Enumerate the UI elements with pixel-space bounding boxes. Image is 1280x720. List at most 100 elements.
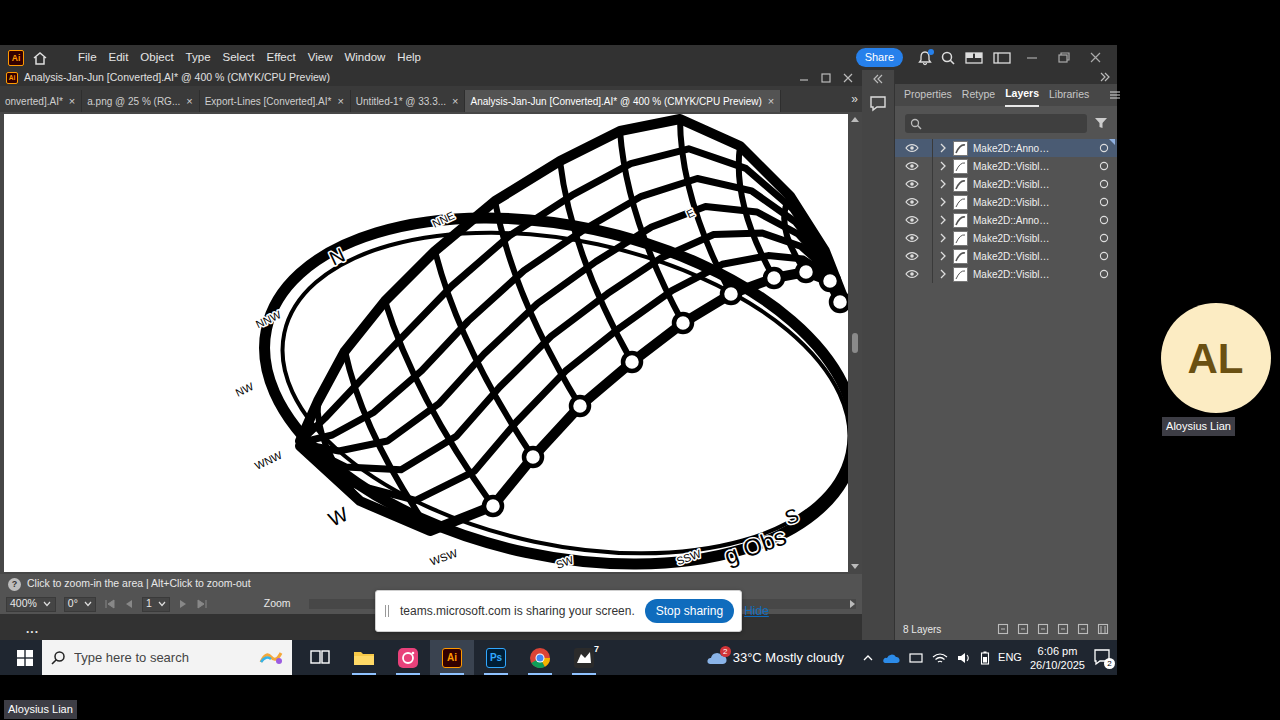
clip-icon[interactable] <box>1037 623 1049 635</box>
eye-icon[interactable] <box>905 197 919 207</box>
search-input[interactable] <box>74 648 250 668</box>
artboard[interactable]: NNNEENNWNWWNWWWSWSWSSWSg Obs <box>4 114 848 572</box>
taskbar-app[interactable]: Ps <box>474 640 518 675</box>
taskbar-app[interactable]: 7 <box>562 640 606 675</box>
layer-row[interactable]: Make2D::Visibl… <box>895 247 1117 265</box>
layer-row[interactable]: Make2D::Visibl… <box>895 193 1117 211</box>
chrome-icon[interactable] <box>529 647 551 669</box>
show-hidden-icon[interactable] <box>862 653 874 663</box>
start-button[interactable] <box>8 650 42 666</box>
expand-arrow-icon[interactable] <box>938 179 948 189</box>
panel-menu-icon[interactable] <box>1109 90 1121 100</box>
home-icon[interactable] <box>30 50 50 66</box>
expand-panel-icon[interactable] <box>1099 72 1111 82</box>
taskbar-app[interactable] <box>298 640 342 675</box>
target-icon[interactable] <box>1099 215 1109 225</box>
chevron-down-icon[interactable] <box>43 601 51 607</box>
tab-close-button[interactable]: × <box>337 93 343 110</box>
battery-icon[interactable] <box>980 651 990 665</box>
restore-icon[interactable] <box>1051 50 1077 66</box>
collapse-icon[interactable] <box>872 74 884 84</box>
doc-restore-icon[interactable] <box>818 72 834 84</box>
tab-close-button[interactable]: × <box>452 93 458 110</box>
minimize-icon[interactable] <box>1019 50 1045 66</box>
eye-icon[interactable] <box>905 143 919 153</box>
explorer-icon[interactable] <box>353 647 375 669</box>
panel-tab[interactable]: Layers <box>1005 83 1039 107</box>
notification-center[interactable]: 2 <box>1093 648 1113 668</box>
target-icon[interactable] <box>1099 179 1109 189</box>
scroll-thumb[interactable] <box>852 333 858 353</box>
panel-tab[interactable]: Retype <box>962 84 995 106</box>
eye-icon[interactable] <box>905 251 919 261</box>
taskbar-search[interactable] <box>42 640 292 675</box>
menu-item[interactable]: Window <box>338 47 391 68</box>
target-icon[interactable] <box>1099 269 1109 279</box>
target-icon[interactable] <box>1099 251 1109 261</box>
windows-icon[interactable] <box>17 650 33 666</box>
menu-item[interactable]: Help <box>391 47 427 68</box>
clock[interactable]: 6:06 pm26/10/2025 <box>1030 644 1085 672</box>
taskbar-app[interactable] <box>342 640 386 675</box>
help-button[interactable]: ? <box>8 578 21 591</box>
layer-row[interactable]: Make2D::Visibl… <box>895 157 1117 175</box>
previous-artboard-icon[interactable] <box>124 599 134 609</box>
scroll-down-icon[interactable] <box>851 564 859 570</box>
next-artboard-icon[interactable] <box>178 599 188 609</box>
eye-icon[interactable] <box>905 269 919 279</box>
artboard-select[interactable]: 1 <box>142 597 170 612</box>
tab-close-button[interactable]: × <box>69 93 75 110</box>
taskview-icon[interactable] <box>309 647 331 669</box>
panel-tab[interactable]: Libraries <box>1049 84 1089 106</box>
document-tab[interactable]: Untitled-1* @ 33.3...× <box>351 90 466 112</box>
doc-minimize-icon[interactable] <box>796 72 812 84</box>
layer-row[interactable]: Make2D::Visibl… <box>895 175 1117 193</box>
expand-arrow-icon[interactable] <box>938 197 948 207</box>
menu-item[interactable]: View <box>302 47 339 68</box>
last-artboard-icon[interactable] <box>196 599 208 609</box>
document-tab[interactable]: Analysis-Jan-Jun [Converted].AI* @ 400 %… <box>465 90 781 112</box>
document-tab[interactable]: onverted].AI*× <box>0 90 82 112</box>
eye-icon[interactable] <box>905 179 919 189</box>
onedrive-icon[interactable] <box>882 652 900 664</box>
wifi-icon[interactable] <box>932 652 948 664</box>
expand-arrow-icon[interactable] <box>938 143 948 153</box>
expand-arrow-icon[interactable] <box>938 251 948 261</box>
target-icon[interactable] <box>1099 197 1109 207</box>
chevron-down-icon[interactable] <box>158 601 166 607</box>
workspace-icon[interactable] <box>963 50 985 66</box>
layer-row[interactable]: Make2D::Anno… <box>895 211 1117 229</box>
close-icon[interactable] <box>1083 50 1109 66</box>
target-icon[interactable] <box>1099 233 1109 243</box>
scroll-right-icon[interactable] <box>848 600 856 608</box>
menu-item[interactable]: Edit <box>103 47 135 68</box>
eye-icon[interactable] <box>905 215 919 225</box>
layer-search[interactable] <box>905 114 1087 133</box>
tab-close-button[interactable]: × <box>768 93 774 110</box>
document-tab[interactable]: a.png @ 25 % (RG...× <box>82 90 199 112</box>
photos-icon[interactable] <box>397 647 419 669</box>
volume-icon[interactable] <box>956 652 972 664</box>
language-indicator[interactable]: ENG <box>998 649 1022 666</box>
rotation-select[interactable]: 0° <box>64 597 96 612</box>
arrange-icon[interactable] <box>991 50 1013 66</box>
delete-icon[interactable] <box>1097 623 1109 635</box>
first-artboard-icon[interactable] <box>104 599 116 609</box>
drag-handle-icon[interactable] <box>384 604 390 618</box>
zoom-select[interactable]: 400% <box>6 597 56 612</box>
layer-row[interactable]: Make2D::Visibl… <box>895 229 1117 247</box>
menu-item[interactable]: Type <box>180 47 217 68</box>
expand-arrow-icon[interactable] <box>938 269 948 279</box>
chevron-down-icon[interactable] <box>84 601 92 607</box>
tab-overflow-button[interactable]: » <box>847 90 862 112</box>
menu-item[interactable]: Object <box>134 47 179 68</box>
menu-item[interactable]: File <box>72 47 103 68</box>
taskbar-app[interactable]: Ai <box>430 640 474 675</box>
expand-arrow-icon[interactable] <box>938 215 948 225</box>
sun-path-diagram[interactable]: NNNEENNWNWWNWWWSWSWSSWSg Obs <box>4 114 848 572</box>
vertical-scrollbar[interactable] <box>848 114 862 572</box>
filter-icon[interactable] <box>1093 116 1109 130</box>
new-layer-icon[interactable] <box>1077 623 1089 635</box>
target-icon[interactable] <box>1099 161 1109 171</box>
device-icon[interactable] <box>908 652 924 664</box>
